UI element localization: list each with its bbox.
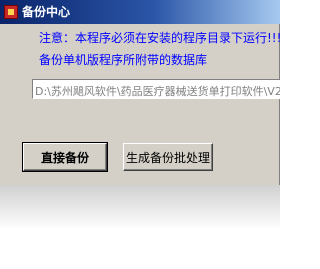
window-shadow bbox=[0, 185, 280, 230]
database-path-input[interactable] bbox=[33, 82, 280, 98]
app-icon bbox=[4, 5, 18, 19]
window-title: 备份中心 bbox=[22, 5, 71, 19]
description-text: 备份单机版程序所附带的数据库 bbox=[39, 53, 208, 67]
generate-batch-backup-button[interactable]: 生成备份批处理 bbox=[123, 143, 213, 171]
direct-backup-button[interactable]: 直接备份 bbox=[22, 142, 108, 172]
backup-window: 备份中心 注意：本程序必须在安装的程序目录下运行!!! 备份单机版程序所附带的数… bbox=[0, 0, 282, 185]
database-path-field[interactable] bbox=[32, 79, 280, 99]
title-bar[interactable]: 备份中心 bbox=[0, 0, 280, 24]
notice-text: 注意：本程序必须在安装的程序目录下运行!!! bbox=[39, 31, 282, 45]
